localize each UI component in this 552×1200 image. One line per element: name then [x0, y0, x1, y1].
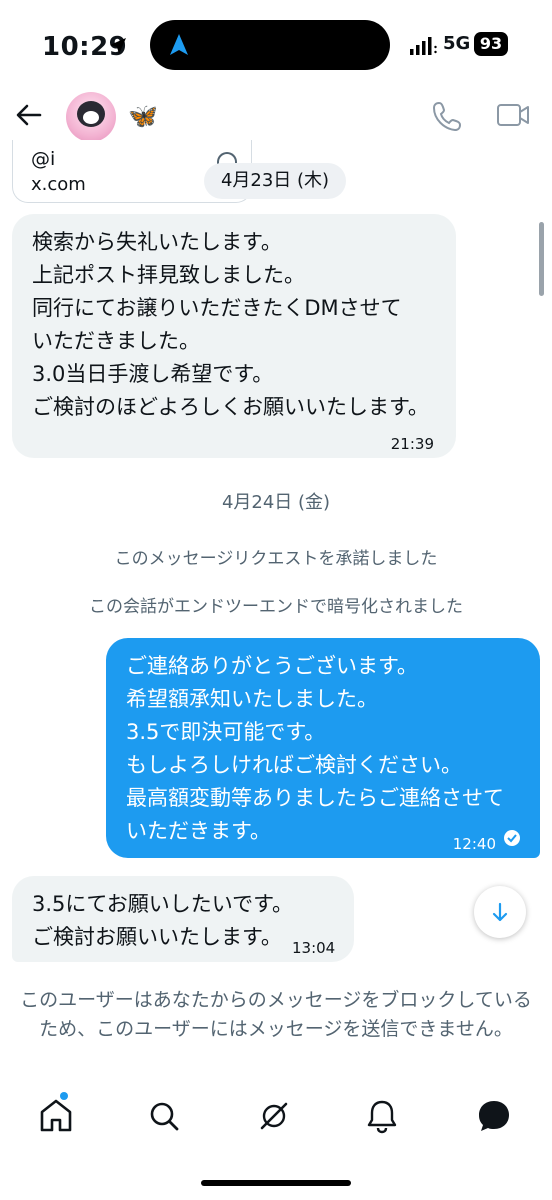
message-timestamp: 21:39 [390, 435, 434, 453]
outgoing-message-bubble[interactable]: ご連絡ありがとうございます。 希望額承知いたしました。 3.5で即決可能です。 … [106, 638, 540, 858]
message-text-line: ご検討お願いいたします。 [32, 925, 282, 949]
system-message: このメッセージリクエストを承諾しました [114, 549, 438, 569]
message-text-line: 同行にてお譲りいただきたくDMさせて [32, 296, 402, 320]
message-text-line: ご検討のほどよろしくお願いいたします。 [32, 395, 429, 419]
quoted-post-handle: @i [31, 148, 56, 170]
home-icon[interactable] [34, 1094, 78, 1138]
grok-icon[interactable] [252, 1094, 296, 1138]
signal-icon [410, 37, 437, 55]
butterfly-emoji: 🦋 [128, 102, 158, 130]
home-indicator [201, 1180, 351, 1186]
read-check-icon [504, 830, 520, 846]
scroll-to-bottom-button[interactable] [474, 886, 526, 938]
blocked-notice: このユーザーはあなたからのメッセージをブロックしているため、このユーザーにはメッ… [20, 989, 532, 1040]
bell-icon[interactable] [360, 1094, 404, 1138]
message-text-line: ご連絡ありがとうございます。 [126, 654, 418, 678]
message-text-line: いただきます。 [126, 819, 271, 843]
back-arrow-icon[interactable] [14, 100, 44, 130]
scrollbar[interactable] [539, 222, 544, 296]
message-text-line: 検索から失礼いたします。 [32, 230, 282, 254]
message-text-line: 3.5にてお願いしたいです。 [32, 892, 294, 916]
message-text-line: 希望額承知いたしました。 [126, 687, 378, 711]
navigation-arrow-icon [170, 34, 188, 55]
quoted-post-domain: x.com [31, 174, 86, 195]
phone-icon[interactable] [432, 100, 462, 132]
message-text-line: いただきました。 [32, 329, 200, 353]
message-text-line: 3.5で即決可能です。 [126, 720, 326, 744]
messages-icon[interactable] [472, 1094, 516, 1138]
network-type: 5G [443, 33, 471, 54]
message-text-line: 3.0当日手渡し希望です。 [32, 362, 274, 386]
notification-dot [60, 1092, 68, 1100]
date-separator: 4月24日 (金) [221, 492, 331, 513]
incoming-message-bubble[interactable]: 3.5にてお願いしたいです。 ご検討お願いいたします。 13:04 [12, 876, 354, 962]
battery-level: 93 [474, 32, 508, 56]
video-camera-icon[interactable] [496, 102, 530, 128]
bottom-navigation [0, 1088, 552, 1152]
location-arrow-icon [110, 38, 126, 54]
system-message: この会話がエンドツーエンドで暗号化されました [89, 597, 463, 617]
message-timestamp: 12:40 [452, 835, 496, 853]
dynamic-island [150, 20, 390, 70]
date-separator: 4月23日 (木) [204, 163, 346, 199]
status-bar: 10:29 5G 93 [0, 0, 552, 90]
incoming-message-bubble[interactable]: 検索から失礼いたします。 上記ポスト拝見致しました。 同行にてお譲りいただきたく… [12, 214, 456, 458]
avatar-character-face [83, 111, 99, 124]
message-text-line: 最高額変動等ありましたらご連絡させて [126, 786, 504, 810]
arrow-down-icon [492, 902, 508, 922]
search-icon[interactable] [142, 1094, 186, 1138]
avatar[interactable] [66, 92, 116, 142]
message-timestamp: 13:04 [292, 939, 336, 957]
message-text-line: もしよろしければご検討ください。 [126, 753, 462, 777]
message-text-line: 上記ポスト拝見致しました。 [32, 263, 305, 287]
